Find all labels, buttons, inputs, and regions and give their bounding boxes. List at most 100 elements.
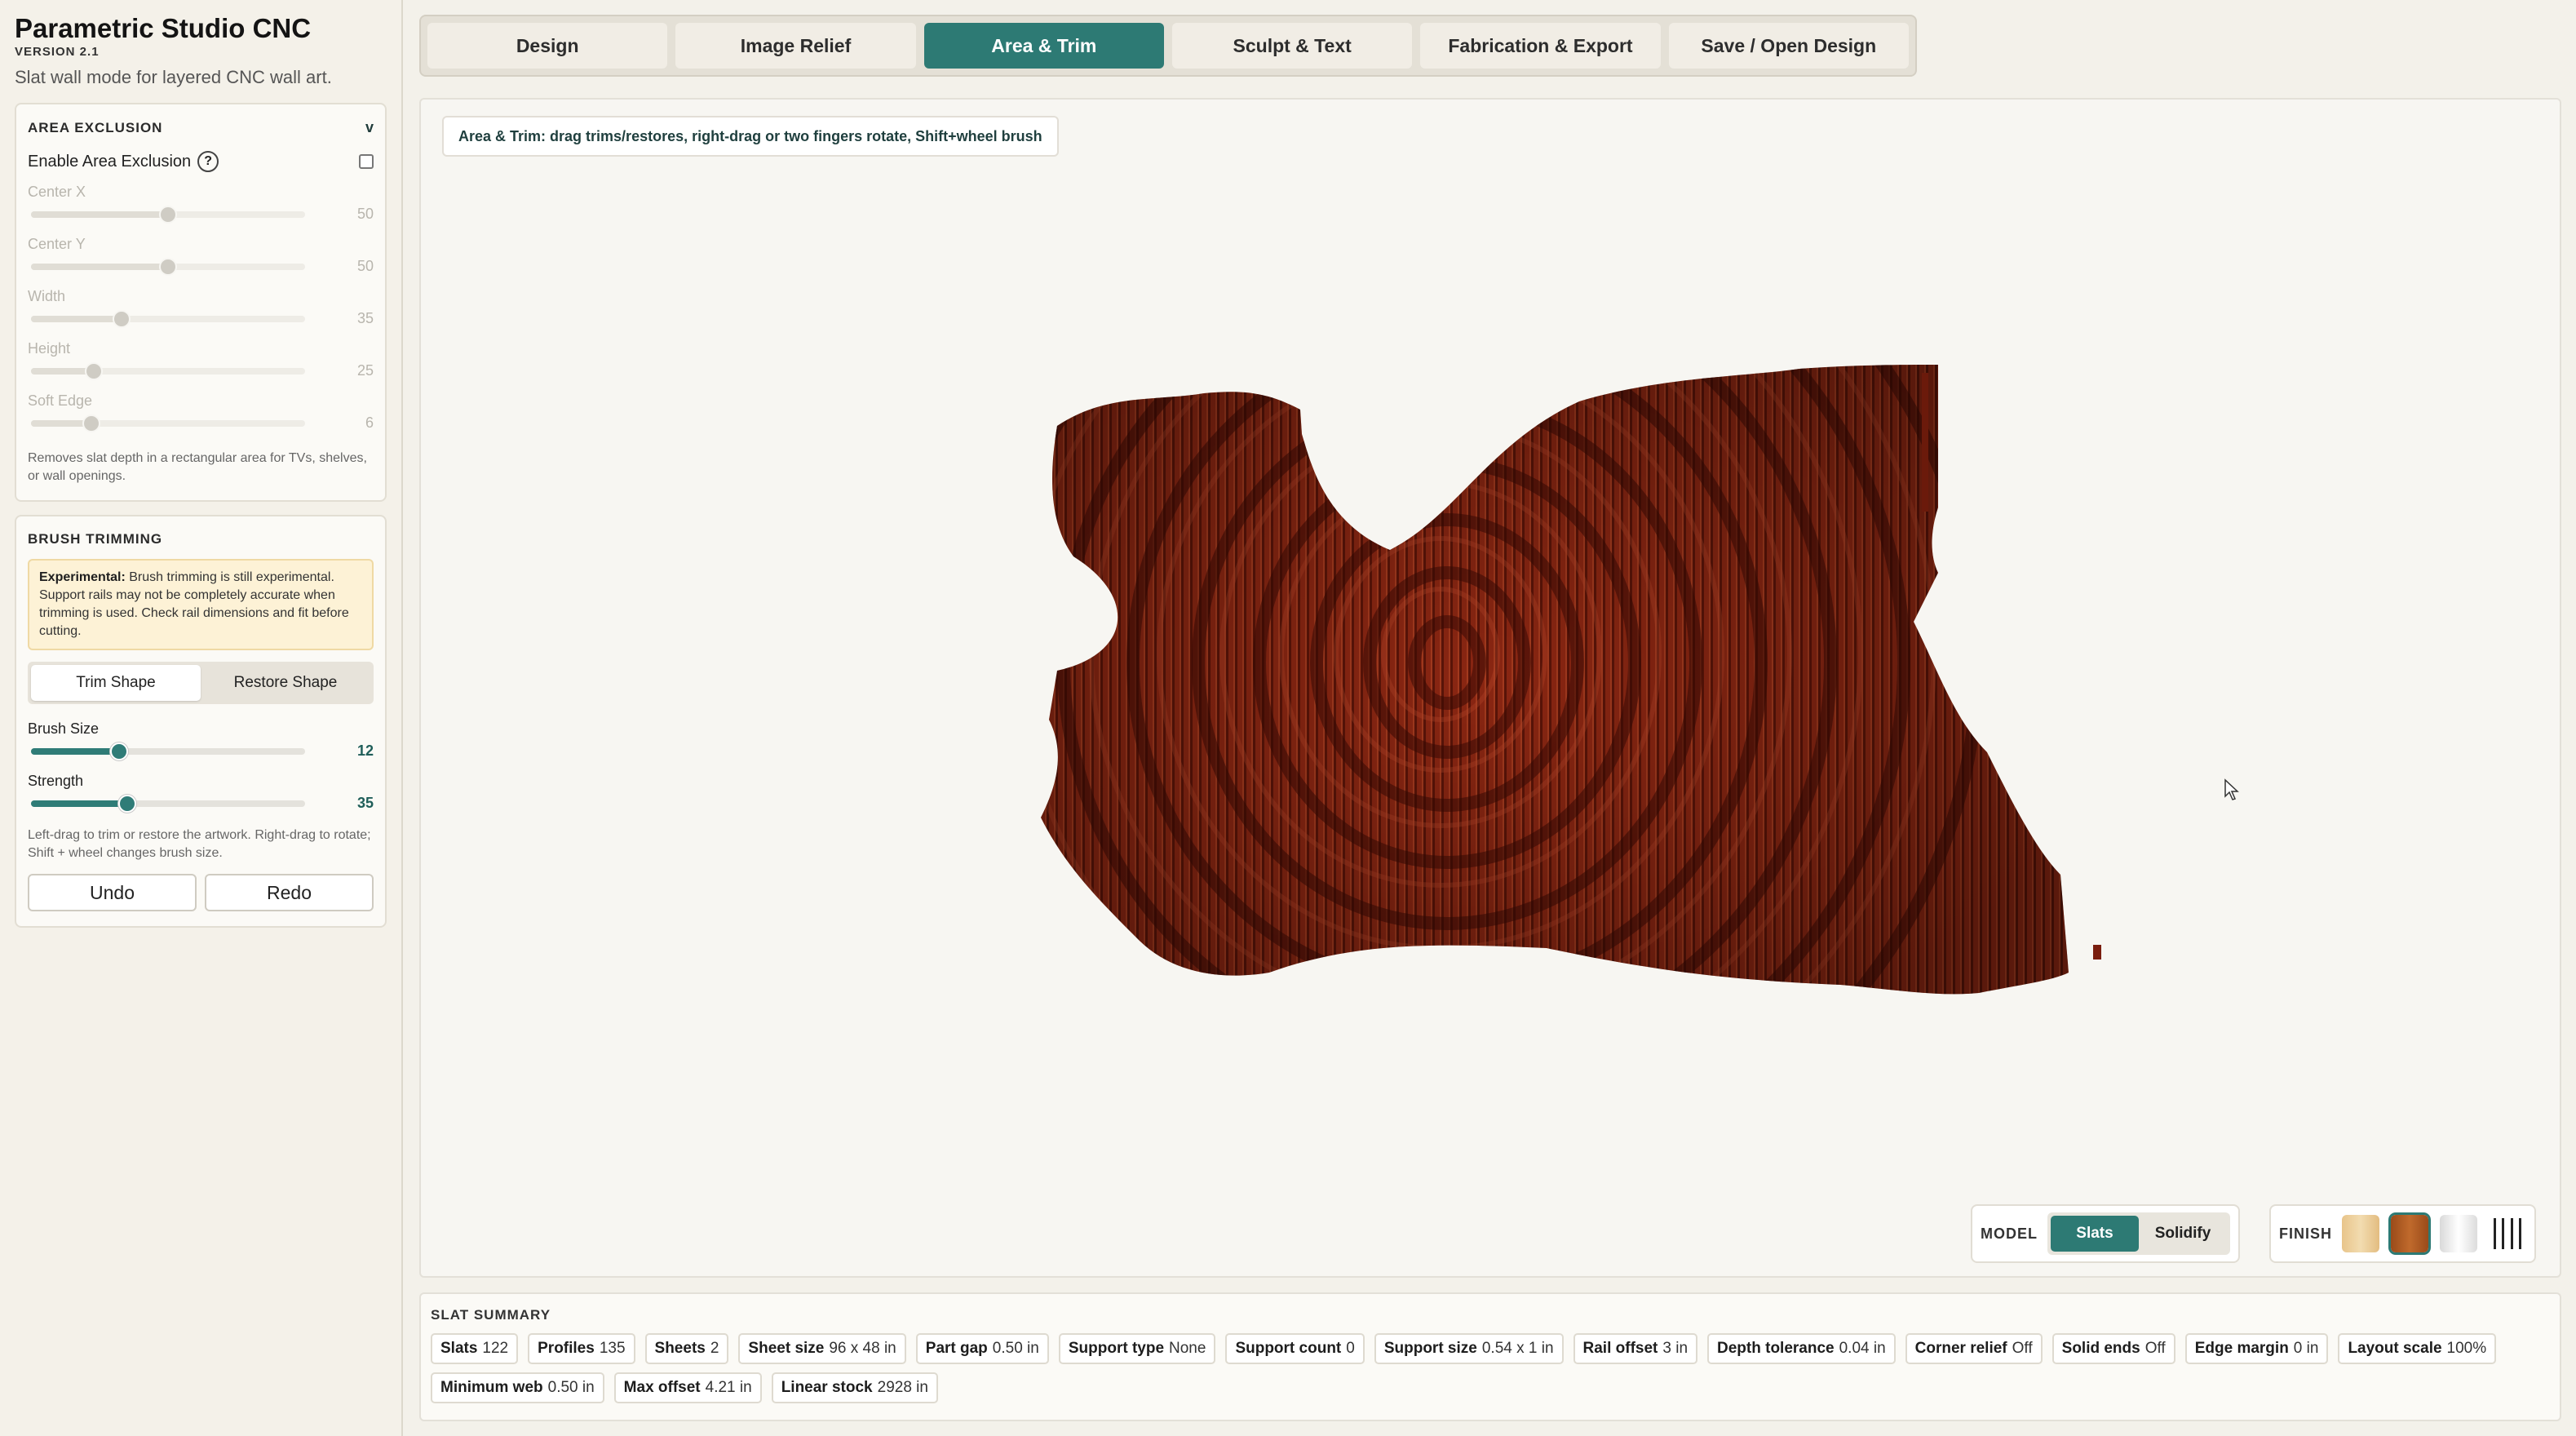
summary-chip: Support size 0.54 x 1 in	[1374, 1333, 1564, 1364]
summary-chip-key: Sheet size	[748, 1340, 825, 1357]
summary-chip: Support count 0	[1225, 1333, 1365, 1364]
exclusion-slider[interactable]	[31, 361, 305, 380]
exclusion-slider-value: 50	[356, 258, 374, 274]
summary-chip: Sheets 2	[644, 1333, 729, 1364]
summary-chip: Slats 122	[431, 1333, 519, 1364]
exclusion-slider[interactable]	[31, 309, 305, 328]
finish-walnut-swatch[interactable]	[2391, 1215, 2429, 1252]
summary-chip-value: 122	[482, 1340, 509, 1357]
help-icon[interactable]: ?	[197, 151, 219, 172]
summary-chip-value: 2	[710, 1340, 719, 1357]
summary-chip: Minimum web 0.50 in	[431, 1372, 604, 1403]
exclusion-slider[interactable]	[31, 414, 305, 432]
exclusion-slider[interactable]	[31, 257, 305, 276]
strength-label: Strength	[28, 773, 84, 789]
summary-chip-key: Rail offset	[1582, 1340, 1658, 1357]
finish-maple-swatch[interactable]	[2342, 1215, 2380, 1252]
summary-chip-value: 0	[1346, 1340, 1355, 1357]
summary-chip-value: 4.21 in	[705, 1379, 752, 1396]
main-tabs: Design Image Relief Area & Trim Sculpt &…	[419, 15, 1917, 77]
brush-trimming-note: Left-drag to trim or restore the artwork…	[28, 828, 371, 860]
sidebar: Parametric Studio CNC VERSION 2.1 Slat w…	[0, 0, 403, 1436]
summary-chip-key: Support size	[1383, 1340, 1477, 1357]
warning-bold: Experimental:	[39, 570, 126, 584]
area-exclusion-note: Removes slat depth in a rectangular area…	[28, 451, 367, 483]
summary-chip-key: Layout scale	[2348, 1340, 2442, 1357]
summary-chip: Linear stock 2928 in	[771, 1372, 938, 1403]
tab-fabrication-export[interactable]: Fabrication & Export	[1420, 23, 1661, 69]
restore-shape-option[interactable]: Restore Shape	[201, 665, 370, 701]
summary-chip-key: Edge margin	[2194, 1340, 2289, 1357]
summary-chip: Solid ends Off	[2052, 1333, 2175, 1364]
summary-chip-key: Solid ends	[2061, 1340, 2140, 1357]
exclusion-slider-block: Center X 50	[28, 184, 374, 224]
finish-white-swatch[interactable]	[2440, 1215, 2478, 1252]
exclusion-slider-label: Height	[28, 340, 71, 357]
summary-chip-value: 135	[599, 1340, 626, 1357]
summary-chip-key: Sheets	[654, 1340, 706, 1357]
exclusion-slider-value: 25	[356, 362, 374, 379]
tab-design[interactable]: Design	[427, 23, 668, 69]
summary-chip-key: Support count	[1235, 1340, 1342, 1357]
brush-trimming-panel: BRUSH TRIMMING Experimental: Brush trimm…	[15, 515, 387, 928]
exclusion-slider-label: Width	[28, 288, 66, 304]
tab-area-trim[interactable]: Area & Trim	[923, 23, 1164, 69]
summary-chip: Depth tolerance 0.04 in	[1707, 1333, 1896, 1364]
model-toggle-group: MODEL Slats Solidify	[1971, 1204, 2240, 1263]
summary-chip-key: Corner relief	[1914, 1340, 2007, 1357]
summary-chip-key: Max offset	[623, 1379, 701, 1396]
finish-group: FINISH	[2269, 1204, 2537, 1263]
summary-chip: Edge margin 0 in	[2184, 1333, 2329, 1364]
slat-model-render[interactable]	[421, 100, 2563, 1279]
summary-chip-key: Depth tolerance	[1717, 1340, 1835, 1357]
redo-button[interactable]: Redo	[205, 874, 374, 911]
enable-area-exclusion-checkbox[interactable]	[359, 154, 374, 169]
strength-value: 35	[356, 795, 374, 811]
brush-size-slider[interactable]	[31, 742, 305, 760]
strength-slider[interactable]	[31, 794, 305, 813]
collapse-chevron-icon[interactable]: v	[365, 119, 374, 136]
model-viewport[interactable]: Area & Trim: drag trims/restores, right-…	[419, 98, 2561, 1278]
trim-shape-option[interactable]: Trim Shape	[31, 665, 201, 701]
experimental-warning: Experimental: Brush trimming is still ex…	[28, 559, 374, 650]
slats-option[interactable]: Slats	[2051, 1216, 2139, 1252]
mouse-cursor-icon	[2224, 778, 2239, 800]
enable-area-exclusion-label: Enable Area Exclusion	[28, 152, 192, 171]
summary-chip: Layout scale 100%	[2338, 1333, 2497, 1364]
summary-chip-key: Part gap	[925, 1340, 988, 1357]
summary-chip-value: 0 in	[2293, 1340, 2319, 1357]
summary-chip-key: Support type	[1068, 1340, 1165, 1357]
summary-chip-value: 0.54 x 1 in	[1481, 1340, 1554, 1357]
summary-chip: Support type None	[1058, 1333, 1216, 1364]
area-exclusion-panel: AREA EXCLUSION v Enable Area Exclusion ?…	[15, 103, 387, 502]
tab-save-open-design[interactable]: Save / Open Design	[1668, 23, 1909, 69]
exclusion-slider-block: Soft Edge 6	[28, 392, 374, 432]
exclusion-slider-value: 50	[356, 206, 374, 222]
summary-chip: Profiles 135	[528, 1333, 635, 1364]
slat-summary-title: SLAT SUMMARY	[431, 1307, 551, 1323]
tab-image-relief[interactable]: Image Relief	[675, 23, 916, 69]
summary-chips: Slats 122 Profiles 135 Sheets 2 Sheet size 96 x…	[431, 1333, 2550, 1403]
app-version: VERSION 2.1	[15, 45, 100, 59]
summary-chip-value: Off	[2144, 1340, 2166, 1357]
app-title: Parametric Studio CNC	[15, 13, 312, 43]
exclusion-slider-label: Center Y	[28, 236, 86, 252]
summary-chip-value: 0.50 in	[992, 1340, 1039, 1357]
solidify-option[interactable]: Solidify	[2139, 1216, 2227, 1252]
exclusion-slider-label: Soft Edge	[28, 392, 93, 409]
tab-sculpt-text[interactable]: Sculpt & Text	[1171, 23, 1413, 69]
brush-size-label: Brush Size	[28, 720, 100, 737]
brush-trimming-title: BRUSH TRIMMING	[28, 531, 163, 547]
summary-chip-value: 2928 in	[877, 1379, 928, 1396]
app-subtitle: Slat wall mode for layered CNC wall art.	[15, 67, 332, 87]
summary-chip: Corner relief Off	[1905, 1333, 2043, 1364]
undo-button[interactable]: Undo	[28, 874, 197, 911]
area-exclusion-title: AREA EXCLUSION	[28, 119, 163, 135]
slat-lines-icon[interactable]	[2489, 1215, 2526, 1252]
summary-chip-value: 96 x 48 in	[829, 1340, 896, 1357]
summary-chip-value: None	[1169, 1340, 1206, 1357]
summary-chip-value: 0.50 in	[547, 1379, 595, 1396]
summary-chip: Rail offset 3 in	[1573, 1333, 1698, 1364]
exclusion-slider[interactable]	[31, 205, 305, 224]
summary-chip-value: 3 in	[1662, 1340, 1689, 1357]
